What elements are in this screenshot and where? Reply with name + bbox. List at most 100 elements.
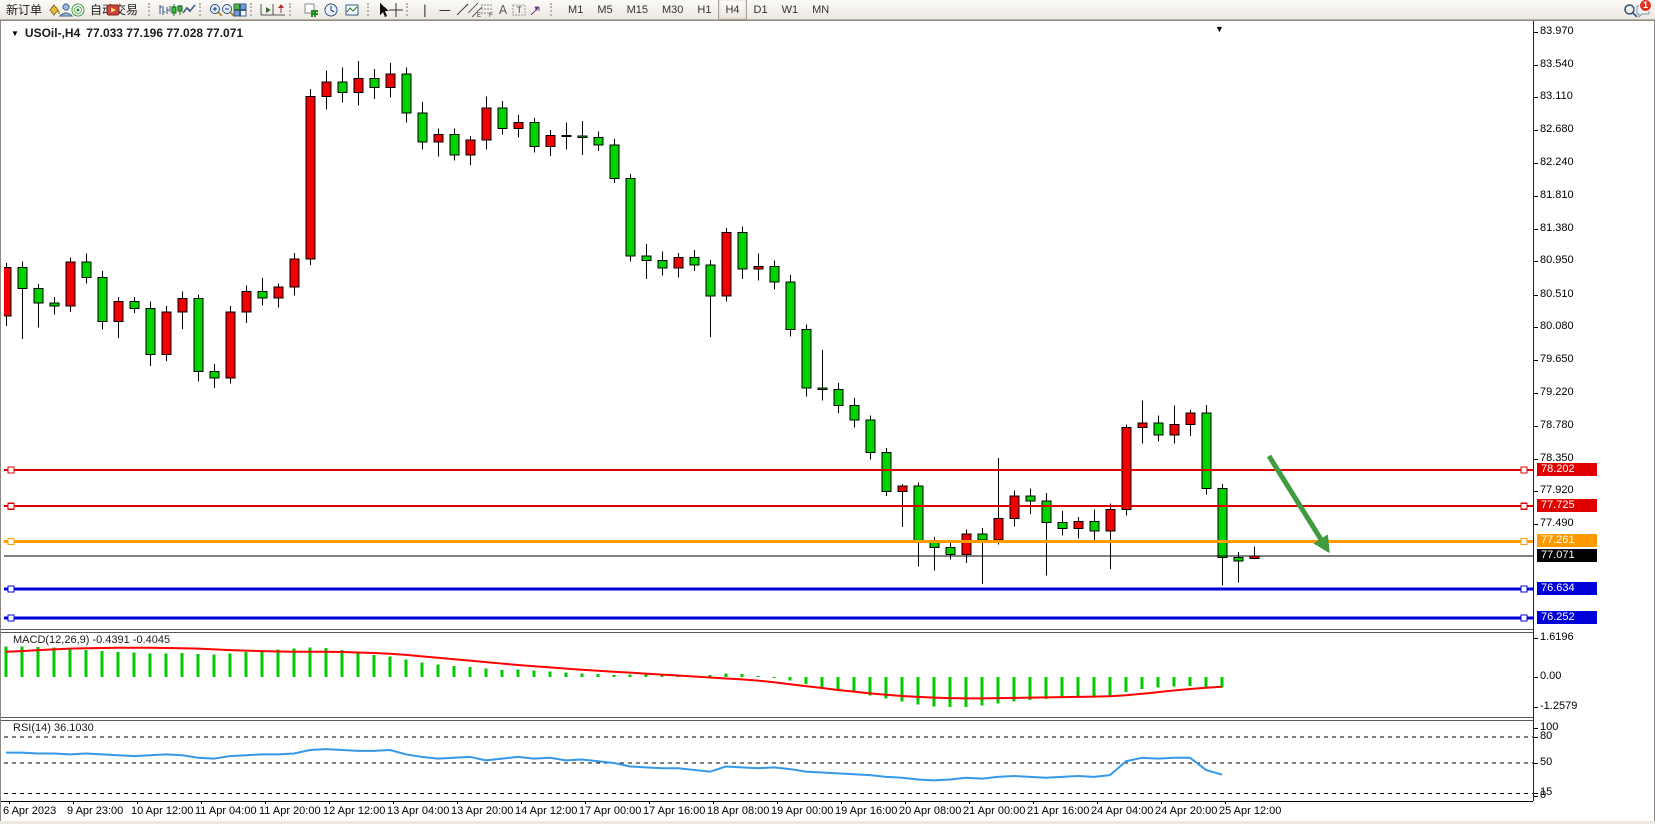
candle-body [530,122,539,146]
candle-body [898,486,907,491]
timeframe-button-m15[interactable]: M15 [620,0,655,20]
price-axis-tick [1534,327,1538,328]
timeframe-button-m1[interactable]: M1 [561,0,590,20]
price-axis-label: 81.810 [1540,189,1574,201]
price-axis-tick [1534,524,1538,525]
candle-body [242,292,251,313]
time-axis-tick [73,801,74,804]
candle-body [434,135,443,143]
candle-body [834,390,843,406]
timeframe-button-m5[interactable]: M5 [590,0,619,20]
period-clock-icon[interactable]: ▼ [322,0,341,19]
candle-body [722,232,731,296]
time-axis-label: 19 Apr 00:00 [771,805,833,817]
time-axis-tick [393,801,394,804]
candle-body [162,312,171,355]
time-axis-tick [1225,801,1226,804]
price-axis-tick [1534,32,1538,33]
hline-icon[interactable]: — [434,0,456,19]
time-axis-tick [521,801,522,804]
toolbar-grip [289,3,296,16]
price-axis-tick [1534,130,1538,131]
panel-separator[interactable] [1,629,1533,630]
candle-body [978,534,987,540]
price-axis-label: 83.110 [1540,90,1573,102]
chart-line-icon[interactable] [184,0,194,19]
candle-body [786,282,795,330]
candle-body [610,145,619,178]
candle-body [386,74,395,88]
time-axis-label: 12 Apr 12:00 [323,805,385,817]
add-indicator-button[interactable]: ▼ [301,0,320,19]
timeframe-button-h1[interactable]: H1 [690,0,718,20]
time-axis-label: 21 Apr 16:00 [1027,805,1089,817]
price-line-label: 76.252 [1537,611,1597,624]
auto-trading-button[interactable]: 自动交易 [85,0,143,19]
candle-body [418,113,427,142]
main-toolbar: 新订单 自动交易 [0,0,1655,20]
timeframe-button-m30[interactable]: M30 [655,0,690,20]
time-axis-label: 24 Apr 04:00 [1091,805,1153,817]
rsi-axis-label: 80 [1540,730,1552,742]
candle-body [1090,522,1099,531]
macd-axis-tick [1534,638,1538,639]
timeframe-button-d1[interactable]: D1 [747,0,775,20]
price-axis-divider[interactable] [1533,21,1534,801]
timeframe-button-mn[interactable]: MN [805,0,836,20]
candle-body [706,265,715,296]
price-axis-tick [1534,295,1538,296]
toolbar-grip [406,3,413,16]
time-axis-label: 19 Apr 16:00 [835,805,897,817]
candle-body [50,303,59,306]
candle-body [466,140,475,155]
price-axis-tick [1534,229,1538,230]
candle-body [1154,423,1163,435]
time-axis-label: 11 Apr 20:00 [259,805,321,817]
macd-axis-label: 0.00 [1540,670,1561,682]
toolbar-grip [550,3,557,16]
toolbar-grip [250,3,257,16]
time-axis-label: 20 Apr 08:00 [899,805,961,817]
price-axis-label: 77.920 [1540,484,1574,496]
candle-body [1186,413,1195,424]
signal-icon[interactable] [73,0,83,19]
svg-text:T: T [517,5,523,15]
candle-body [1042,501,1051,522]
label-icon[interactable]: T [514,0,524,19]
time-axis-tick [9,801,10,804]
panel-separator[interactable] [1,717,1533,718]
fibo-icon[interactable]: F [482,0,492,19]
chat-notifications-button[interactable]: 1 [1638,1,1648,20]
vline-icon[interactable]: | [418,0,432,19]
crosshair-icon[interactable] [391,0,401,19]
candle-body [962,534,971,555]
candle-body [1202,413,1211,488]
candle-body [546,135,555,146]
chart-shift-icon[interactable] [274,0,284,19]
rsi-panel[interactable] [4,720,1533,801]
line-handle [1521,538,1527,544]
macd-axis-label: -1.2579 [1540,700,1577,712]
template-icon[interactable]: ▼ [343,0,362,19]
time-axis-tick [841,801,842,804]
macd-panel[interactable] [4,632,1533,717]
time-axis-tick [1033,801,1034,804]
price-axis-label: 80.080 [1540,320,1574,332]
tile-windows-icon[interactable] [235,0,245,19]
price-axis-tick [1534,261,1538,262]
line-handle [8,503,14,509]
arrows-icon[interactable]: ▼ [526,0,545,19]
candle-body [4,267,11,316]
timeframe-button-h4[interactable]: H4 [718,0,746,20]
text-icon[interactable]: A [494,0,512,19]
candlestick-chart[interactable] [4,23,1533,629]
new-order-button[interactable]: 新订单 [1,0,47,19]
time-axis-label: 13 Apr 04:00 [387,805,449,817]
rsi-axis-tick [1534,728,1538,729]
candle-body [514,122,523,128]
candle-body [690,258,699,266]
rsi-label: RSI(14) 36.1030 [13,722,94,734]
candle-body [658,261,667,269]
macd-signal-line [6,648,1222,699]
timeframe-button-w1[interactable]: W1 [775,0,806,20]
